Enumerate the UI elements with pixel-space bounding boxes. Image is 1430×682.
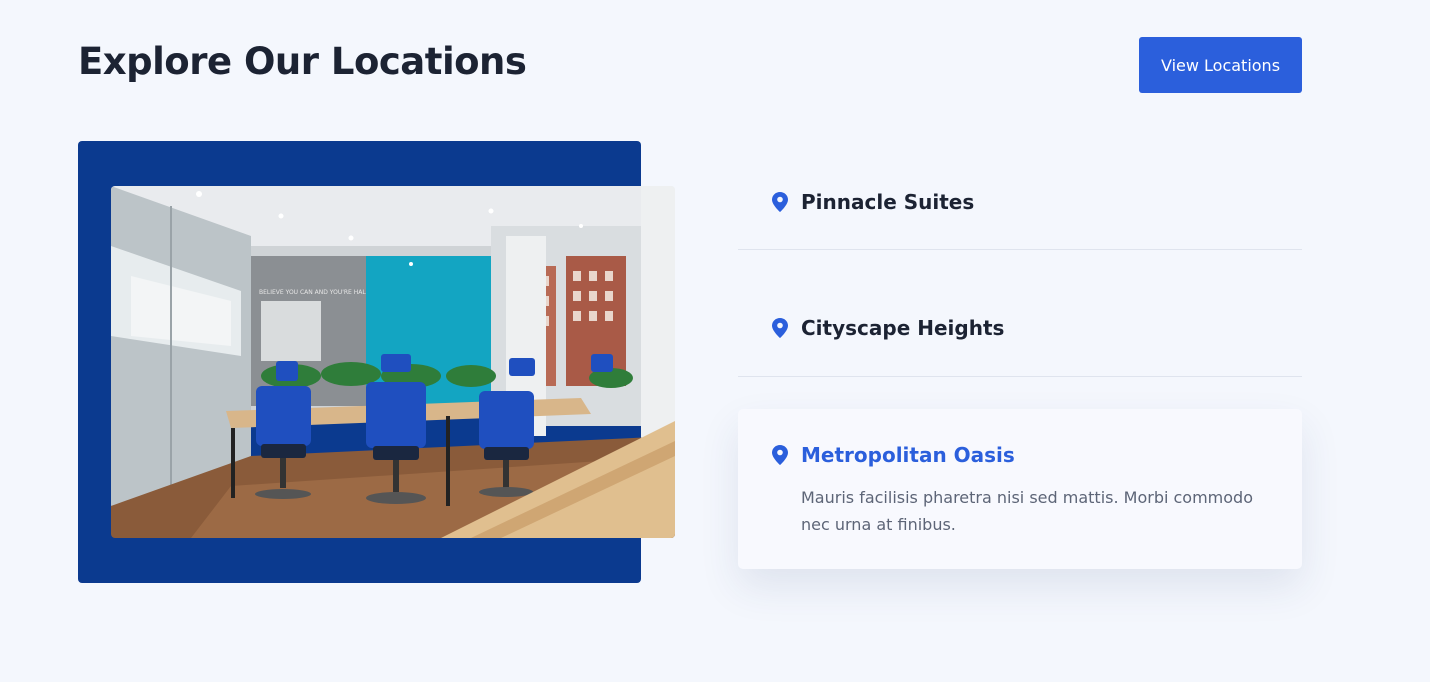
divider [738, 249, 1302, 250]
divider [738, 376, 1302, 377]
location-header: Pinnacle Suites [772, 190, 974, 214]
location-item-metropolitan-oasis[interactable]: Metropolitan Oasis Mauris facilisis phar… [738, 409, 1302, 569]
location-header: Cityscape Heights [772, 316, 1004, 340]
map-pin-icon [772, 445, 788, 465]
locations-section: Explore Our Locations View Locations BEL… [0, 0, 1430, 682]
location-description: Mauris facilisis pharetra nisi sed matti… [801, 488, 1253, 534]
map-pin-icon [772, 192, 788, 212]
map-pin-icon [772, 318, 788, 338]
location-item-pinnacle-suites[interactable]: Pinnacle Suites [738, 180, 1302, 226]
location-item-cityscape-heights[interactable]: Cityscape Heights [738, 306, 1302, 352]
view-locations-button[interactable]: View Locations [1139, 37, 1302, 93]
office-photo: BELIEVE YOU CAN AND YOU'RE HALFWAY THERE [111, 186, 675, 538]
location-name: Cityscape Heights [801, 316, 1005, 340]
location-name: Metropolitan Oasis [801, 443, 1015, 467]
location-header: Metropolitan Oasis [772, 443, 1015, 467]
location-name: Pinnacle Suites [801, 190, 975, 214]
page-title: Explore Our Locations [78, 40, 527, 83]
